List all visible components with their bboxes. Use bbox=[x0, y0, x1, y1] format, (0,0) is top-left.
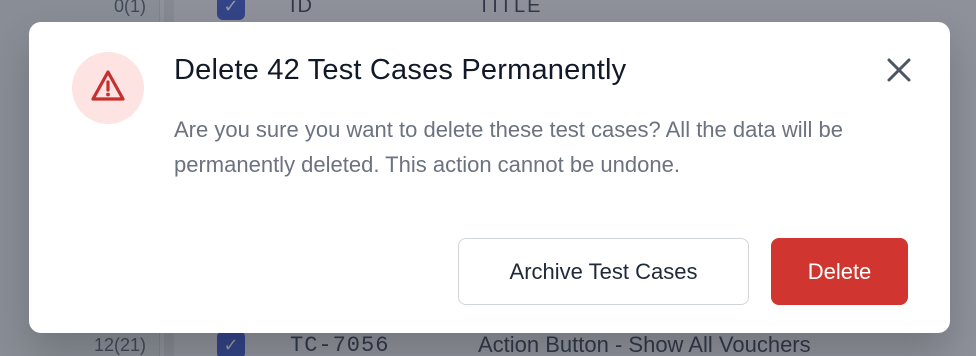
warning-icon-badge bbox=[72, 52, 144, 124]
dialog-description: Are you sure you want to delete these te… bbox=[174, 117, 843, 177]
archive-test-cases-button[interactable]: Archive Test Cases bbox=[458, 238, 749, 305]
warning-triangle-icon bbox=[90, 69, 126, 108]
delete-button[interactable]: Delete bbox=[771, 238, 908, 305]
delete-confirmation-dialog: Delete 42 Test Cases Permanently Are you… bbox=[29, 22, 950, 333]
dialog-title: Delete 42 Test Cases Permanently bbox=[174, 54, 627, 86]
close-icon bbox=[885, 56, 913, 89]
close-button[interactable] bbox=[881, 54, 917, 90]
